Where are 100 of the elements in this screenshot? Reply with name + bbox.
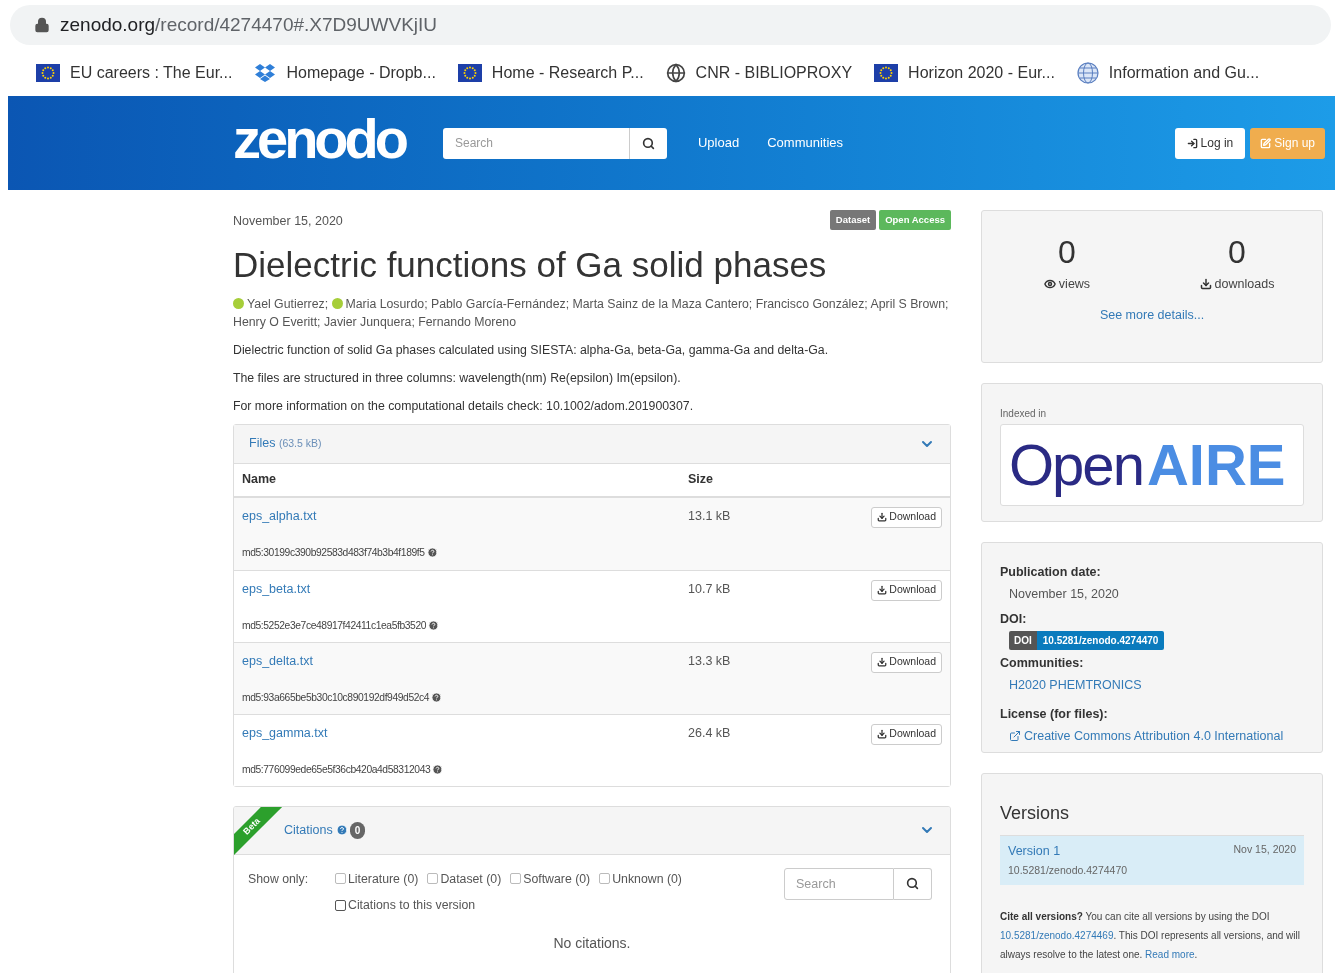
bookmark[interactable]: Homepage - Dropb... (254, 61, 436, 85)
url-text: zenodo.org/record/4274470#.X7D9UWVKjIU (60, 12, 438, 37)
record-title: Dielectric functions of Ga solid phases (233, 244, 828, 285)
filter-option[interactable]: Citations to this version (348, 896, 476, 915)
file-size: 26.4 kB (688, 724, 731, 742)
download-icon (877, 657, 888, 668)
file-size: 10.7 kB (688, 580, 731, 598)
download-icon (1199, 278, 1212, 291)
stat-label: downloads (1214, 276, 1275, 293)
column-header: Size (688, 471, 713, 489)
files-heading[interactable]: Files (63.5 kB) (249, 434, 322, 454)
stat-value: 0 (1228, 233, 1246, 271)
version-date: Nov 15, 2020 (1233, 842, 1296, 857)
nav-link[interactable]: Upload (698, 133, 740, 153)
search-button[interactable] (629, 127, 667, 159)
indexed-label: Indexed in (1000, 407, 1048, 421)
empty-message: No citations. (552, 933, 632, 953)
license-link[interactable]: Creative Commons Attribution 4.0 International (1009, 726, 1304, 746)
versions-heading: Versions (1000, 802, 1071, 825)
nav-link[interactable]: Communities (767, 133, 844, 153)
checkbox[interactable] (335, 873, 346, 885)
external-link-icon (1009, 729, 1021, 742)
community-link[interactable]: H2020 PHEMTRONICS (1009, 676, 1304, 695)
checkbox[interactable] (510, 873, 522, 885)
orcid-icon (233, 297, 244, 309)
file-size: 13.1 kB (688, 507, 731, 525)
download-button[interactable]: Download (871, 579, 942, 601)
help-icon[interactable] (335, 824, 348, 837)
bookmark[interactable]: CNR - BIBLIOPROXY (665, 61, 853, 85)
download-icon (877, 585, 888, 596)
detail-label: License (for files): (1000, 705, 1109, 723)
search-icon (906, 877, 919, 891)
search-button[interactable] (894, 867, 932, 900)
stat-label: views (1058, 276, 1091, 293)
record-date: November 15, 2020 (233, 213, 343, 230)
bookmark[interactable]: Horizon 2020 - Eur... (874, 61, 1055, 85)
checksum-text: md5:776099ede65e5f36cb420a4d58312043 (242, 762, 431, 777)
box-icon (254, 63, 277, 83)
description-text: For more information on the computational details check: 10.1002/adom.201900307. (233, 397, 695, 415)
orcid-icon (331, 297, 343, 309)
flag-icon (457, 64, 482, 82)
bookmark[interactable]: EU careers : The Eur... (36, 61, 233, 85)
count-badge: 0 (349, 821, 366, 839)
search-icon (642, 136, 655, 150)
filter-label: Show only: (248, 870, 310, 888)
filter-option[interactable]: Unknown (0) (612, 869, 682, 889)
detail-label: DOI: (1000, 610, 1028, 628)
checkbox[interactable] (599, 873, 611, 885)
download-button[interactable]: Download (871, 723, 942, 745)
description-text: Dielectric function of solid Ga phases calculated using SIESTA: alpha-Ga, beta-Ga, gamma-Ga and delta-Ga. (233, 341, 830, 359)
description-text: The files are structured in three columns: wavelength(nm) Re(epsilon) Im(epsilon). (233, 369, 682, 387)
search-field[interactable]: Search (784, 867, 894, 900)
download-icon (877, 729, 888, 740)
help-icon[interactable] (428, 619, 440, 631)
version-doi: 10.5281/zenodo.4274470 (1008, 862, 1129, 878)
detail-value: November 15, 2020 (1009, 585, 1120, 603)
filter-option[interactable]: Literature (0) (348, 869, 419, 889)
bookmark[interactable]: Information and Gu... (1076, 61, 1260, 85)
stat-value: 0 (1058, 233, 1076, 271)
download-button[interactable]: Download (871, 506, 942, 528)
flag-icon (36, 64, 60, 82)
globe-icon (665, 63, 686, 83)
address-bar[interactable]: zenodo.org/record/4274470#.X7D9UWVKjIU (10, 5, 1331, 45)
download-icon (877, 512, 888, 523)
login-icon (1186, 137, 1198, 149)
version-item[interactable]: Version 1 Nov 15, 2020 10.5281/zenodo.4274470 (1000, 835, 1304, 885)
search-field[interactable]: Search (443, 127, 629, 159)
edit-icon (1260, 137, 1272, 149)
file-link[interactable]: eps_alpha.txt (242, 506, 688, 526)
download-button[interactable]: Download (871, 651, 942, 673)
cite-all-text: Cite all versions? You can cite all versions by using the DOI 10.5281/zenodo.4274469. This DOI represents all versions, and will always resolve to the latest one. Read more. (1000, 909, 1301, 962)
record-tag: Dataset (829, 210, 877, 231)
help-icon[interactable] (431, 691, 443, 703)
file-link[interactable]: eps_delta.txt (242, 651, 688, 671)
version-link[interactable]: Version 1 (1008, 842, 1061, 861)
author-list: Yael Gutierrez; Maria Losurdo; Pablo García-Fernández; Marta Sainz de la Maza Cantero; Francisco González; April S Brown; Henry O Everitt; Javier Junquera; Fernando Moreno (233, 294, 951, 331)
checkbox[interactable] (335, 899, 346, 911)
citations-heading[interactable]: Citations (284, 820, 333, 840)
checksum-text: md5:5252e3e7ce48917f42411c1ea5fb3520 (242, 618, 427, 633)
file-link[interactable]: eps_beta.txt (242, 579, 688, 599)
filter-option[interactable]: Software (0) (523, 869, 591, 889)
filter-option[interactable]: Dataset (0) (440, 869, 502, 889)
details-link[interactable]: See more details... (1099, 305, 1205, 325)
checksum-text: md5:93a665be5b30c10c890192df949d52c4 (242, 690, 430, 705)
login-button[interactable]: Log in (1174, 127, 1246, 159)
globe-icon (1076, 62, 1099, 84)
detail-label: Publication date: (1000, 564, 1102, 581)
column-header: Name (242, 471, 278, 489)
file-size: 13.3 kB (688, 652, 731, 670)
record-tag: Open Access (879, 210, 951, 231)
openaire-logo[interactable]: OpenAIRE (1000, 424, 1304, 506)
checksum-text: md5:30199c390b92583d483f74b3b4f189f5 (242, 545, 425, 560)
bookmark[interactable]: Home - Research P... (457, 61, 644, 85)
help-icon[interactable] (426, 546, 438, 558)
read-more-link[interactable]: Read more (1145, 948, 1195, 960)
file-link[interactable]: eps_gamma.txt (242, 723, 688, 743)
flag-icon (874, 64, 899, 82)
checkbox[interactable] (427, 873, 439, 885)
help-icon[interactable] (432, 763, 444, 775)
logo[interactable]: zenodo (233, 111, 405, 167)
